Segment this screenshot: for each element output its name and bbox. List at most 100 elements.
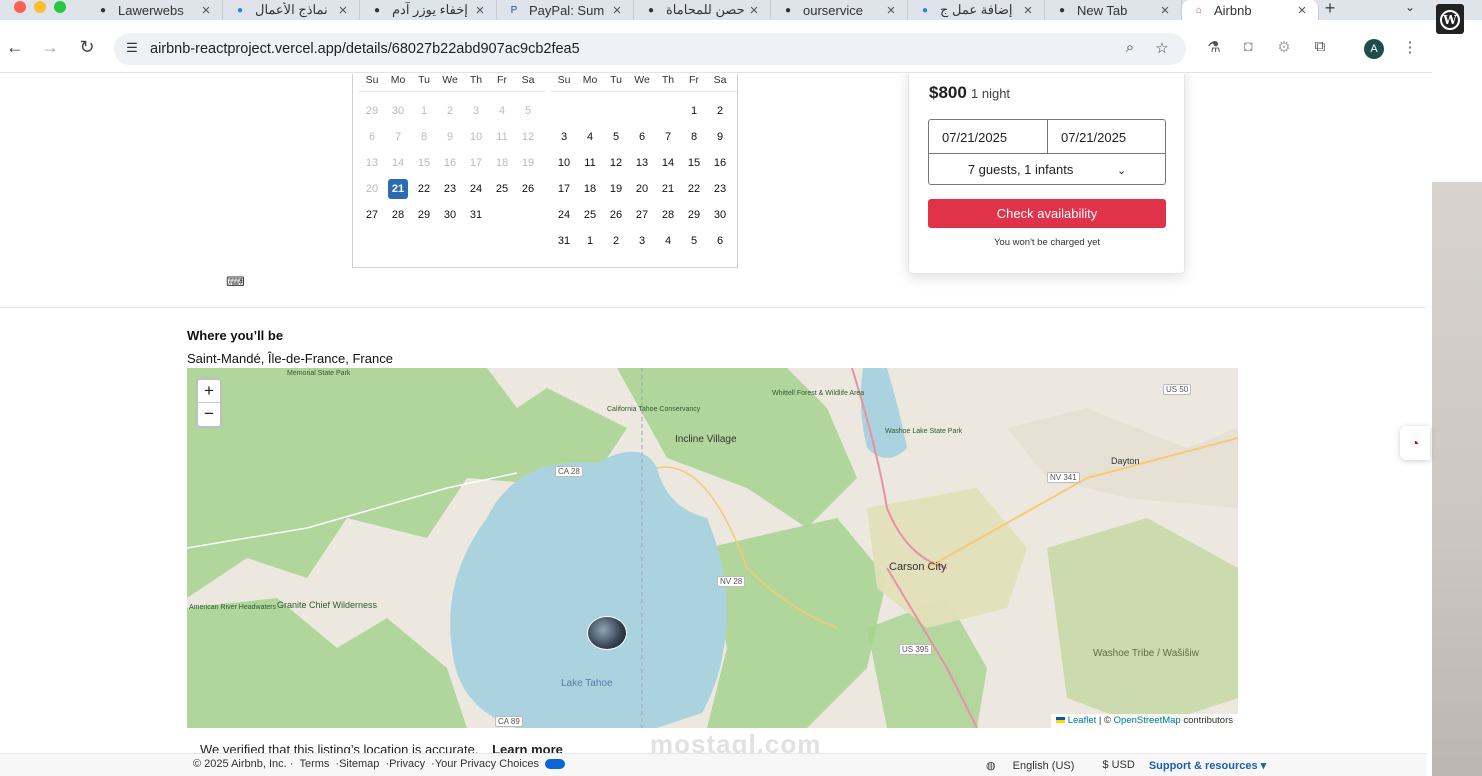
- calendar-day[interactable]: 4: [655, 228, 681, 254]
- calendar-day[interactable]: 13: [359, 150, 385, 176]
- footer-sitemap-link[interactable]: ·Sitemap: [335, 758, 379, 770]
- reload-icon[interactable]: ↻: [76, 36, 98, 58]
- calendar-day[interactable]: 26: [515, 176, 541, 202]
- footer-terms-link[interactable]: Terms: [299, 758, 329, 770]
- calendar-day[interactable]: 6: [707, 228, 733, 254]
- chat-widget-icon[interactable]: ◔: [1400, 426, 1430, 460]
- leaflet-link[interactable]: Leaflet: [1068, 715, 1097, 726]
- checkin-date-field[interactable]: 07/21/2025: [929, 120, 1048, 153]
- checkout-date-field[interactable]: 07/21/2025: [1048, 120, 1167, 153]
- close-tab-icon[interactable]: ×: [472, 2, 488, 19]
- calendar-day[interactable]: 12: [603, 150, 629, 176]
- calendar-day[interactable]: 9: [707, 124, 733, 150]
- openstreetmap-link[interactable]: OpenStreetMap: [1114, 715, 1181, 726]
- address-bar[interactable]: ☰ airbnb-reactproject.vercel.app/details…: [114, 33, 1186, 65]
- calendar-day[interactable]: 3: [463, 98, 489, 124]
- tab-5[interactable]: ● ourservice ×: [771, 0, 908, 20]
- calendar-day[interactable]: 10: [463, 124, 489, 150]
- calendar-day[interactable]: 3: [629, 228, 655, 254]
- tab-3[interactable]: P PayPal: Sum ×: [497, 0, 634, 20]
- calendar-day[interactable]: 27: [629, 202, 655, 228]
- close-tab-icon[interactable]: ×: [335, 2, 351, 19]
- calendar-day[interactable]: 26: [603, 202, 629, 228]
- calendar-day[interactable]: 5: [515, 98, 541, 124]
- close-tab-icon[interactable]: ×: [1020, 2, 1036, 19]
- extension-tool-icon[interactable]: ⚗: [1204, 38, 1224, 58]
- close-tab-icon[interactable]: ×: [1157, 2, 1173, 19]
- calendar-day[interactable]: 15: [411, 150, 437, 176]
- calendar-day[interactable]: 17: [551, 176, 577, 202]
- tab-search-icon[interactable]: ⌄: [1398, 0, 1422, 20]
- wordpress-icon[interactable]: W: [1436, 4, 1464, 34]
- tab-2[interactable]: ● إخفاء يوزر آدم ×: [360, 0, 497, 20]
- calendar-day[interactable]: 1: [411, 98, 437, 124]
- minimize-window-button[interactable]: [34, 1, 46, 13]
- calendar-day[interactable]: 11: [489, 124, 515, 150]
- calendar-day[interactable]: 23: [707, 176, 733, 202]
- close-tab-icon[interactable]: ×: [883, 2, 899, 19]
- calendar-day[interactable]: 21: [655, 176, 681, 202]
- location-map[interactable]: + − Incline Village Carson City Lake Tahoe…: [187, 368, 1238, 728]
- listing-location-marker[interactable]: [587, 616, 627, 650]
- tab-0[interactable]: ● Lawerwebs ×: [86, 0, 223, 20]
- close-tab-icon[interactable]: ×: [198, 2, 214, 19]
- tab-7[interactable]: ● New Tab ×: [1045, 0, 1182, 20]
- calendar-day[interactable]: 27: [359, 202, 385, 228]
- calendar-day[interactable]: 19: [515, 150, 541, 176]
- footer-language-button[interactable]: ◍ English (US): [986, 759, 1088, 772]
- close-window-button[interactable]: [14, 1, 26, 13]
- calendar-day[interactable]: 2: [437, 98, 463, 124]
- tab-4[interactable]: ● حصن للمحاماة ×: [634, 0, 771, 20]
- guests-dropdown[interactable]: 7 guests, 1 infants ⌄: [929, 153, 1165, 185]
- zoom-in-button[interactable]: +: [198, 380, 220, 403]
- new-tab-button[interactable]: +: [1318, 0, 1342, 20]
- calendar-day[interactable]: 29: [359, 98, 385, 124]
- calendar-day[interactable]: 3: [551, 124, 577, 150]
- url-text[interactable]: airbnb-reactproject.vercel.app/details/6…: [150, 41, 580, 57]
- maximize-window-button[interactable]: [54, 1, 66, 13]
- calendar-day[interactable]: 22: [411, 176, 437, 202]
- footer-privacy-choices-link[interactable]: ·Your Privacy Choices: [431, 758, 539, 770]
- calendar-day[interactable]: 25: [577, 202, 603, 228]
- calendar-day[interactable]: 6: [359, 124, 385, 150]
- back-icon[interactable]: ←: [4, 36, 26, 58]
- calendar-day[interactable]: 30: [437, 202, 463, 228]
- footer-currency-button[interactable]: $ USD: [1102, 759, 1134, 772]
- calendar-day[interactable]: 29: [411, 202, 437, 228]
- calendar-day[interactable]: 7: [385, 124, 411, 150]
- calendar-day[interactable]: 12: [515, 124, 541, 150]
- calendar-day[interactable]: 5: [681, 228, 707, 254]
- calendar-day[interactable]: 10: [551, 150, 577, 176]
- site-info-icon[interactable]: ☰: [123, 40, 141, 58]
- calendar-day[interactable]: 11: [577, 150, 603, 176]
- tab-8[interactable]: ⌂ Airbnb ×: [1182, 0, 1319, 20]
- calendar-day[interactable]: 17: [463, 150, 489, 176]
- tab-6[interactable]: ● إضافة عمل ج ×: [908, 0, 1045, 20]
- calendar-day[interactable]: 23: [437, 176, 463, 202]
- calendar-day[interactable]: 31: [551, 228, 577, 254]
- calendar-day[interactable]: 6: [629, 124, 655, 150]
- calendar-day[interactable]: 20: [359, 176, 385, 202]
- extensions-puzzle-icon[interactable]: ⧉: [1310, 38, 1330, 58]
- chrome-menu-icon[interactable]: ⋮: [1400, 38, 1420, 58]
- calendar-day[interactable]: 25: [489, 176, 515, 202]
- close-tab-icon[interactable]: ×: [746, 2, 762, 19]
- calendar-day[interactable]: 16: [707, 150, 733, 176]
- bookmark-star-icon[interactable]: ☆: [1152, 39, 1172, 59]
- calendar-day[interactable]: 4: [577, 124, 603, 150]
- keyboard-shortcuts-icon[interactable]: ⌨: [226, 274, 245, 290]
- calendar-day[interactable]: 28: [655, 202, 681, 228]
- calendar-day[interactable]: 22: [681, 176, 707, 202]
- zoom-icon[interactable]: ⌕: [1120, 39, 1140, 59]
- calendar-day[interactable]: 16: [437, 150, 463, 176]
- footer-support-button[interactable]: Support & resources ▾: [1149, 759, 1266, 772]
- calendar-day[interactable]: 18: [577, 176, 603, 202]
- calendar-day[interactable]: 7: [655, 124, 681, 150]
- calendar-day[interactable]: 19: [603, 176, 629, 202]
- calendar-day[interactable]: 14: [655, 150, 681, 176]
- zoom-out-button[interactable]: −: [198, 403, 220, 426]
- calendar-day[interactable]: 2: [707, 98, 733, 124]
- calendar-day[interactable]: 18: [489, 150, 515, 176]
- forward-icon[interactable]: →: [39, 36, 61, 58]
- calendar-day[interactable]: 28: [385, 202, 411, 228]
